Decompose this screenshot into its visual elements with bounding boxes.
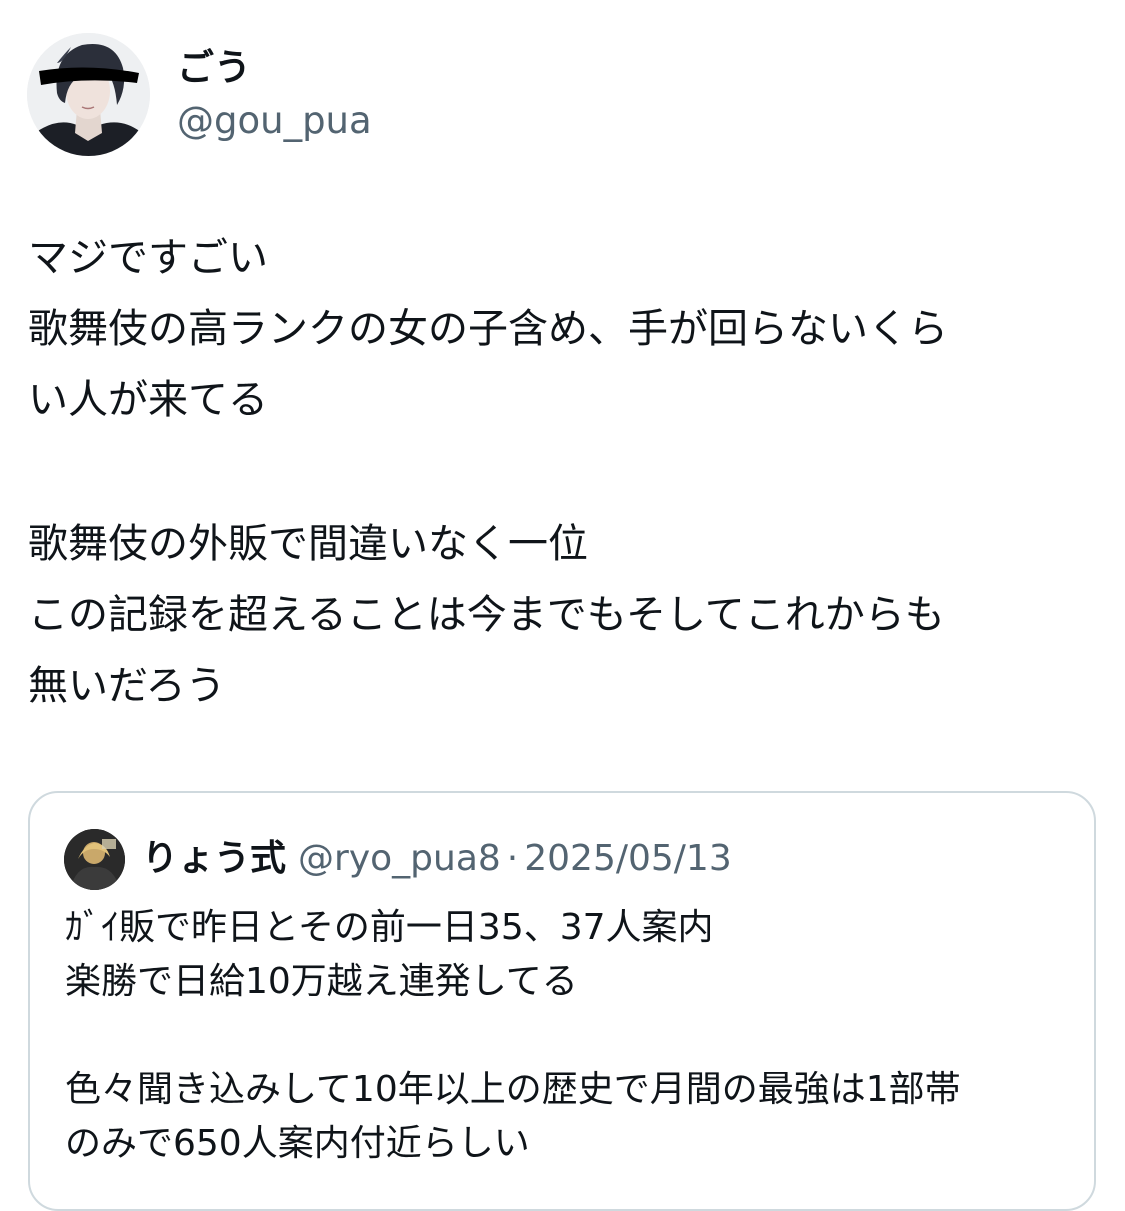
quoted-author-handle[interactable]: @ryo_pua8 [298, 838, 501, 879]
author-display-name[interactable]: ごう [177, 43, 251, 93]
quoted-tweet-text-blank-line [65, 1009, 1075, 1063]
quoted-tweet-card[interactable]: りょう式 @ryo_pua8 · 2025/05/13 ｶﾞｲ販で昨日とその前一日35… [28, 791, 1096, 1211]
quoted-tweet-text-line: 色々聞き込みして10年以上の歴史で月間の最強は1部帯 [65, 1069, 961, 1110]
quoted-tweet-date[interactable]: 2025/05/13 [524, 838, 732, 879]
author-avatar[interactable] [27, 33, 150, 156]
quoted-tweet-text-line: ｶﾞｲ販で昨日とその前一日35、37人案内 [65, 907, 714, 948]
quoted-author-display-name[interactable]: りょう式 [142, 838, 286, 879]
quoted-author-avatar[interactable] [64, 829, 125, 890]
header-separator: · [506, 838, 519, 879]
quoted-tweet-text: ｶﾞｲ販で昨日とその前一日35、37人案内 楽勝で日給10万越え連発してる 色々… [65, 901, 1075, 1171]
quoted-tweet-text-line: のみで650人案内付近らしい [65, 1123, 530, 1164]
tweet-text-line: この記録を超えることは今までもそしてこれからも [28, 592, 945, 638]
tweet-text: マジですごい 歌舞伎の高ランクの女の子含め、手が回らないくら い人が来てる 歌舞… [28, 223, 1098, 722]
tweet-text-line: マジですごい [28, 235, 268, 281]
tweet-text-line: い人が来てる [28, 377, 268, 423]
tweet-text-line: 歌舞伎の外販で間違いなく一位 [28, 521, 588, 567]
quoted-author-avatar-image [64, 829, 125, 890]
quoted-tweet-header: りょう式 @ryo_pua8 · 2025/05/13 [142, 833, 732, 885]
author-handle[interactable]: @gou_pua [177, 96, 372, 146]
author-avatar-image [27, 33, 150, 156]
quoted-tweet-text-line: 楽勝で日給10万越え連発してる [65, 961, 578, 1002]
tweet-text-line: 歌舞伎の高ランクの女の子含め、手が回らないくら [28, 306, 948, 352]
tweet-text-line: 無いだろう [28, 663, 226, 709]
